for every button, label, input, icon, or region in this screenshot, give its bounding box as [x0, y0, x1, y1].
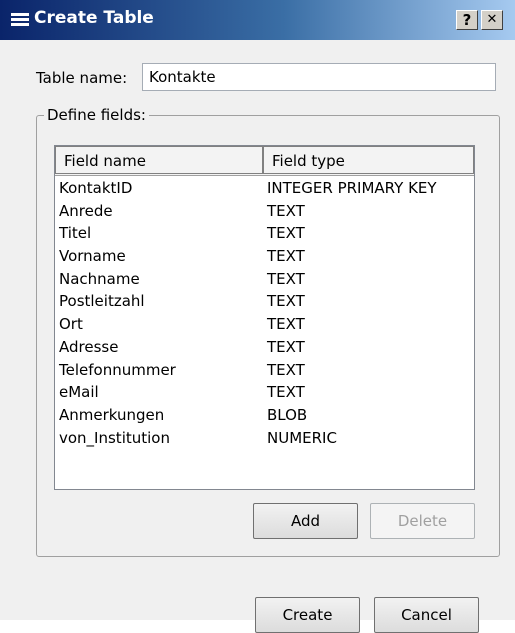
fields-list[interactable]: Field name Field type KontaktID INTEGER P… [54, 145, 475, 490]
cancel-button[interactable]: Cancel [374, 597, 479, 633]
list-item[interactable]: KontaktID INTEGER PRIMARY KEY [55, 177, 474, 200]
create-table-dialog: Create Table ? ✕ Table name: Define fiel… [0, 0, 515, 633]
list-item[interactable]: Vorname TEXT [55, 245, 474, 268]
fields-list-header: Field name Field type [55, 146, 474, 176]
field-name: Nachname [59, 269, 140, 288]
define-fields-title: Define fields: [44, 106, 149, 124]
list-item[interactable]: Titel TEXT [55, 222, 474, 245]
field-name: Postleitzahl [59, 292, 145, 311]
delete-button[interactable]: Delete [370, 503, 475, 539]
field-type: TEXT [267, 224, 305, 243]
field-name: Vorname [59, 247, 126, 266]
close-button[interactable]: ✕ [481, 10, 503, 30]
column-header-field-name[interactable]: Field name [55, 146, 263, 174]
title-bar[interactable]: Create Table ? ✕ [0, 0, 515, 40]
field-type: INTEGER PRIMARY KEY [267, 179, 437, 197]
field-type: TEXT [267, 269, 305, 288]
list-item[interactable]: Anrede TEXT [55, 200, 474, 223]
add-button[interactable]: Add [253, 503, 358, 539]
field-name: Anrede [59, 201, 113, 220]
create-button[interactable]: Create [255, 597, 360, 633]
field-type: TEXT [267, 315, 305, 334]
list-item[interactable]: Ort TEXT [55, 313, 474, 336]
field-name: eMail [59, 383, 99, 402]
field-name: Telefonnummer [59, 360, 176, 379]
field-type: NUMERIC [267, 428, 337, 447]
table-name-input[interactable] [142, 63, 496, 91]
table-name-label: Table name: [36, 69, 128, 87]
table-icon [11, 13, 29, 26]
field-name: von_Institution [59, 428, 170, 447]
field-type: TEXT [267, 247, 305, 266]
field-name: Titel [59, 224, 92, 243]
list-item[interactable]: Postleitzahl TEXT [55, 290, 474, 313]
field-name: Adresse [59, 337, 119, 356]
field-type: TEXT [267, 383, 305, 402]
help-button[interactable]: ? [456, 10, 478, 30]
field-name: KontaktID [59, 179, 133, 197]
field-name: Anmerkungen [59, 405, 165, 424]
field-type: TEXT [267, 292, 305, 311]
list-item[interactable]: Nachname TEXT [55, 268, 474, 291]
list-item[interactable]: von_Institution NUMERIC [55, 427, 474, 450]
field-type: TEXT [267, 337, 305, 356]
field-type: TEXT [267, 201, 305, 220]
field-type: TEXT [267, 360, 305, 379]
column-header-field-type[interactable]: Field type [263, 146, 474, 174]
fields-rows: KontaktID INTEGER PRIMARY KEY Anrede TEXT … [55, 177, 474, 449]
field-type: BLOB [267, 405, 308, 424]
list-item[interactable]: Anmerkungen BLOB [55, 404, 474, 427]
list-item[interactable]: Telefonnummer TEXT [55, 359, 474, 382]
field-name: Ort [59, 315, 83, 334]
list-item[interactable]: eMail TEXT [55, 381, 474, 404]
window-title: Create Table [34, 8, 154, 28]
list-item[interactable]: Adresse TEXT [55, 336, 474, 359]
